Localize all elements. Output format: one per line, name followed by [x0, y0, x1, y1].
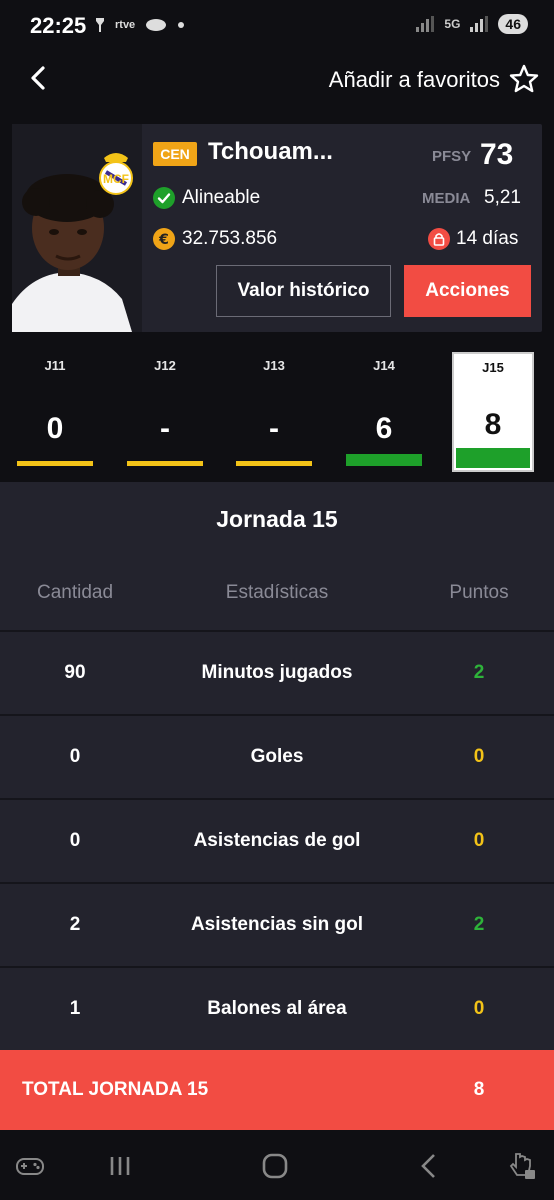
add-favorite-label[interactable]: Añadir a favoritos: [329, 67, 500, 93]
dot-icon: [178, 22, 185, 28]
media-value: 5,21: [484, 187, 521, 208]
matchday-points: -: [269, 412, 279, 445]
matchday-j15[interactable]: J15 8: [452, 352, 534, 472]
market-value: 32.753.856: [182, 228, 278, 249]
total-value: 8: [473, 1079, 485, 1100]
stat-quantity: 1: [69, 998, 81, 1019]
flashlight-icon: [96, 18, 104, 32]
matchday-points: 0: [46, 412, 64, 445]
header-points: Puntos: [449, 582, 509, 603]
media-label: MEDIA: [422, 190, 471, 207]
coin-euro-icon: €: [153, 228, 175, 250]
top-bar: Añadir a favoritos: [0, 55, 554, 105]
system-nav-bar: [0, 1130, 554, 1200]
matchday-label: J12: [154, 358, 176, 373]
stat-row: 1 Balones al área 0: [0, 966, 554, 1050]
check-circle-icon: [153, 187, 175, 209]
matchday-points: 8: [484, 408, 502, 441]
status-bar: 22:25 rtve 5G 46: [0, 0, 554, 52]
gamepad-icon[interactable]: [14, 1150, 46, 1182]
stat-points: 0: [473, 998, 485, 1019]
matchday-j14[interactable]: J14 6: [344, 352, 424, 472]
position-badge: CEN: [153, 142, 197, 166]
home-icon[interactable]: [259, 1150, 291, 1182]
matchday-j11[interactable]: J11 0: [15, 352, 95, 472]
stat-row: 2 Asistencias sin gol 2: [0, 882, 554, 966]
signal-icon: [416, 16, 435, 32]
stat-quantity: 0: [69, 830, 81, 851]
stat-quantity: 2: [69, 914, 81, 935]
stat-name: Minutos jugados: [201, 662, 353, 683]
matchday-label: J15: [482, 360, 504, 375]
header-statistics: Estadísticas: [225, 582, 329, 603]
battery-indicator: 46: [498, 14, 528, 34]
matchday-label: J13: [263, 358, 285, 373]
stat-name: Goles: [250, 746, 304, 767]
lock-days: 14 días: [456, 228, 519, 249]
stat-row: 0 Goles 0: [0, 714, 554, 798]
recent-apps-icon[interactable]: [104, 1150, 136, 1182]
matchday-label: J11: [44, 358, 66, 373]
player-status: Alineable: [182, 187, 261, 208]
stat-name: Asistencias sin gol: [190, 914, 364, 935]
matchday-points: -: [160, 412, 170, 445]
stat-quantity: 0: [69, 746, 81, 767]
signal-2-icon: [470, 16, 489, 32]
player-card: MCF CEN Tchouam... PFSY 73 Alineable MED…: [12, 124, 542, 332]
matchday-j13[interactable]: J13 -: [234, 352, 314, 472]
actions-button[interactable]: Acciones: [404, 265, 531, 317]
svg-text:MCF: MCF: [103, 172, 129, 186]
stats-title: Jornada 15: [216, 506, 338, 532]
matchday-label: J14: [373, 358, 395, 373]
matchday-bar: [17, 461, 93, 466]
stat-quantity: 90: [64, 662, 86, 683]
pfsy-value: 73: [480, 138, 514, 171]
rtve-play-icon: rtve: [115, 19, 136, 31]
stat-points: 2: [473, 662, 485, 683]
stat-points: 0: [473, 830, 485, 851]
matchday-bar: [346, 454, 422, 466]
stats-panel: Jornada 15 Cantidad Estadísticas Puntos …: [0, 482, 554, 1050]
star-outline-icon[interactable]: [508, 63, 540, 95]
movistar-icon: [146, 19, 167, 31]
stat-row: 0 Asistencias de gol 0: [0, 798, 554, 882]
matchday-points: 6: [375, 412, 393, 445]
stat-row: 90 Minutos jugados 2: [0, 630, 554, 714]
pfsy-label: PFSY: [432, 148, 472, 165]
lock-icon: [428, 228, 450, 250]
status-time: 22:25: [30, 13, 87, 38]
stat-name: Asistencias de gol: [193, 830, 361, 851]
matchday-j12[interactable]: J12 -: [125, 352, 205, 472]
back-nav-icon[interactable]: [414, 1150, 446, 1182]
header-quantity: Cantidad: [36, 582, 114, 603]
chevron-left-icon[interactable]: [24, 63, 54, 93]
matchday-bar: [236, 461, 312, 466]
touch-lock-icon[interactable]: [506, 1150, 538, 1182]
historic-value-button[interactable]: Valor histórico: [216, 265, 391, 317]
network-label: 5G: [444, 17, 461, 31]
stat-points: 2: [473, 914, 485, 935]
total-bar: TOTAL JORNADA 15 8: [0, 1050, 554, 1130]
matchday-bar: [456, 448, 530, 468]
stat-points: 0: [473, 746, 485, 767]
svg-text:€: €: [158, 232, 169, 248]
total-label: TOTAL JORNADA 15: [22, 1079, 209, 1100]
matchday-strip: J11 0 J12 - J13 - J14 6 J15 8: [0, 352, 554, 474]
player-name: Tchouam...: [208, 138, 333, 165]
player-photo: MCF: [12, 124, 142, 332]
matchday-bar: [127, 461, 203, 466]
real-madrid-crest-icon: MCF: [99, 153, 133, 195]
stat-name: Balones al área: [207, 998, 347, 1019]
